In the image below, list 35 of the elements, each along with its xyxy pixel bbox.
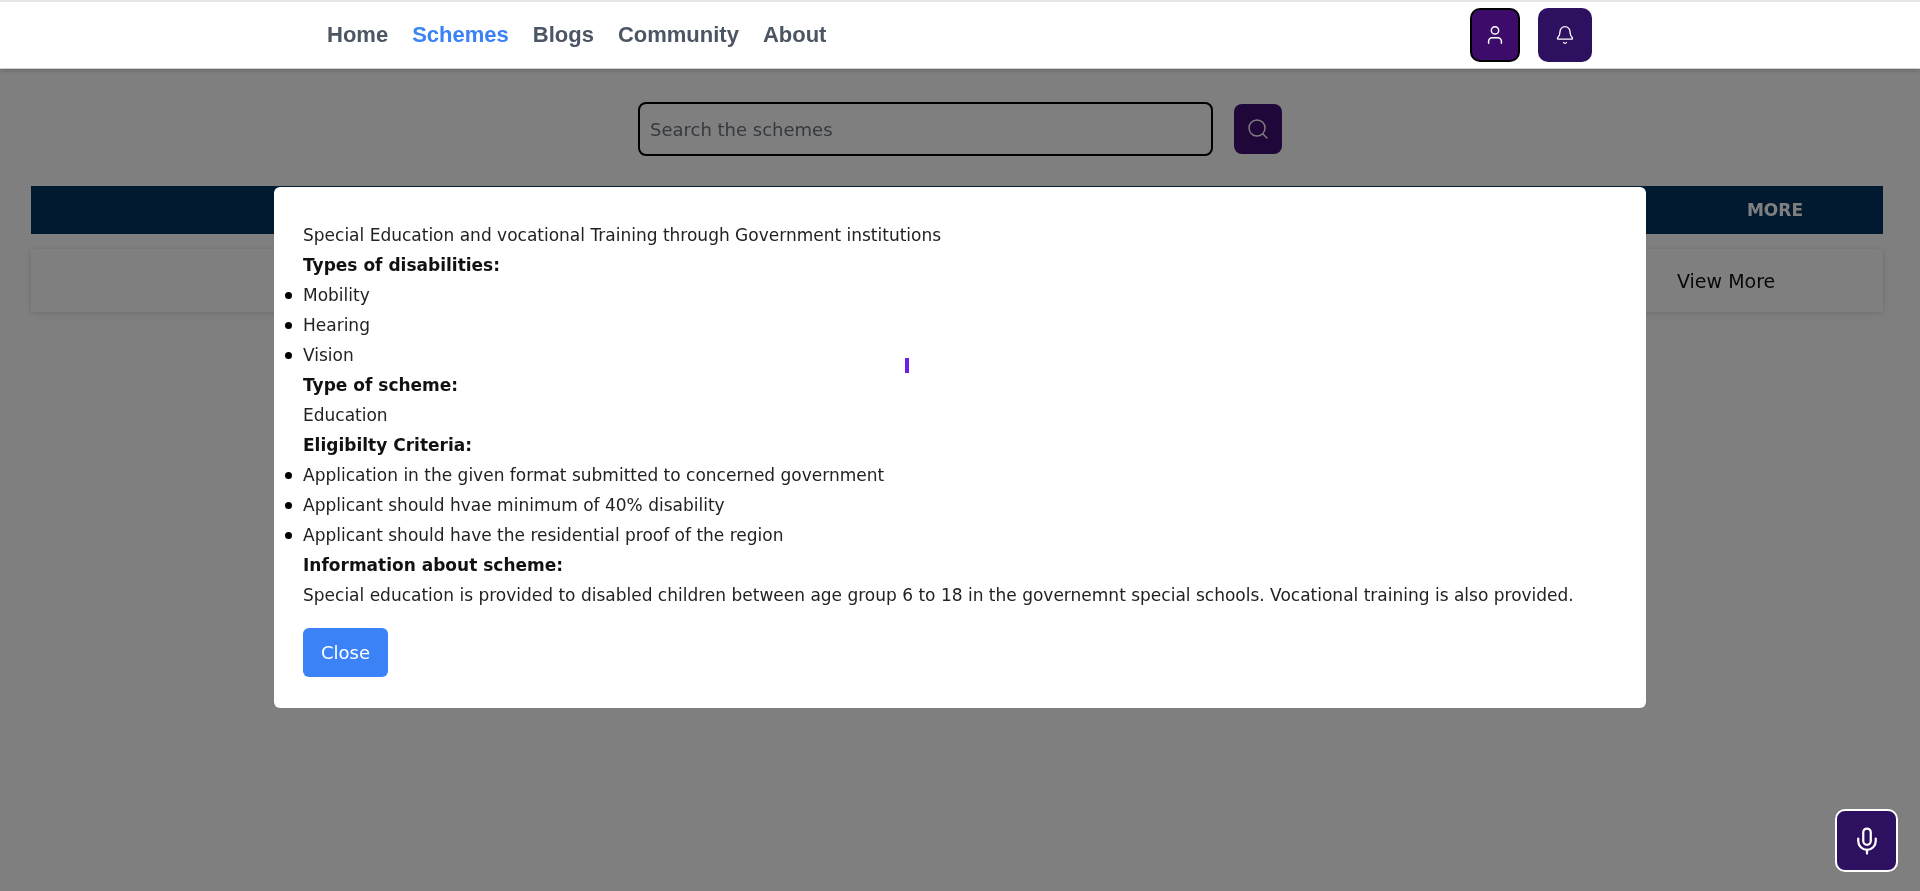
section-heading: Information about scheme: bbox=[303, 554, 565, 577]
notifications-button[interactable] bbox=[1538, 8, 1592, 62]
close-button[interactable]: Close bbox=[303, 628, 389, 677]
section-heading: Type of scheme: bbox=[303, 374, 460, 397]
scheme-title: Special Education and vocational Training through Government institutions bbox=[303, 224, 943, 247]
nav-link[interactable]: Home bbox=[327, 22, 389, 48]
bullet-icon bbox=[285, 291, 292, 299]
column-header: MORE bbox=[1745, 200, 1805, 220]
search-field[interactable]: Search the schemes bbox=[638, 102, 1213, 156]
profile-button[interactable] bbox=[1470, 8, 1520, 62]
list-item: Mobility bbox=[303, 284, 370, 307]
nav-link[interactable]: Community bbox=[617, 22, 739, 48]
bullet-icon bbox=[285, 531, 292, 539]
section-text: Special education is provided to disabled children between age group 6 to 18 in the governemnt special schools. Vocational training is also provided. bbox=[303, 584, 1575, 607]
list-item: Applicant should have the residential proof of the region bbox=[303, 524, 784, 547]
section-heading: Types of disabilities: bbox=[303, 254, 502, 277]
bell-icon bbox=[1555, 25, 1575, 45]
nav-link[interactable]: Blogs bbox=[532, 22, 594, 48]
search-icon bbox=[1246, 117, 1270, 141]
view-more-link[interactable]: View More bbox=[1667, 269, 1883, 292]
bullet-icon bbox=[285, 351, 292, 359]
list-item: Application in the given format submitted to concerned government bbox=[303, 464, 885, 487]
text-cursor-icon bbox=[905, 358, 909, 373]
nav-link[interactable]: Schemes bbox=[412, 22, 509, 48]
bullet-icon bbox=[285, 501, 292, 509]
section-heading: Eligibilty Criteria: bbox=[303, 434, 474, 457]
list-item: Vision bbox=[303, 344, 354, 367]
section-text: Education bbox=[303, 404, 389, 427]
bullet-icon bbox=[285, 471, 292, 479]
list-item: Hearing bbox=[303, 314, 370, 337]
bullet-icon bbox=[285, 321, 292, 329]
search-button[interactable] bbox=[1234, 104, 1282, 154]
microphone-button[interactable] bbox=[1835, 809, 1898, 872]
nav-link[interactable]: About bbox=[762, 22, 827, 48]
list-item: Applicant should hvae minimum of 40% disability bbox=[303, 494, 725, 517]
